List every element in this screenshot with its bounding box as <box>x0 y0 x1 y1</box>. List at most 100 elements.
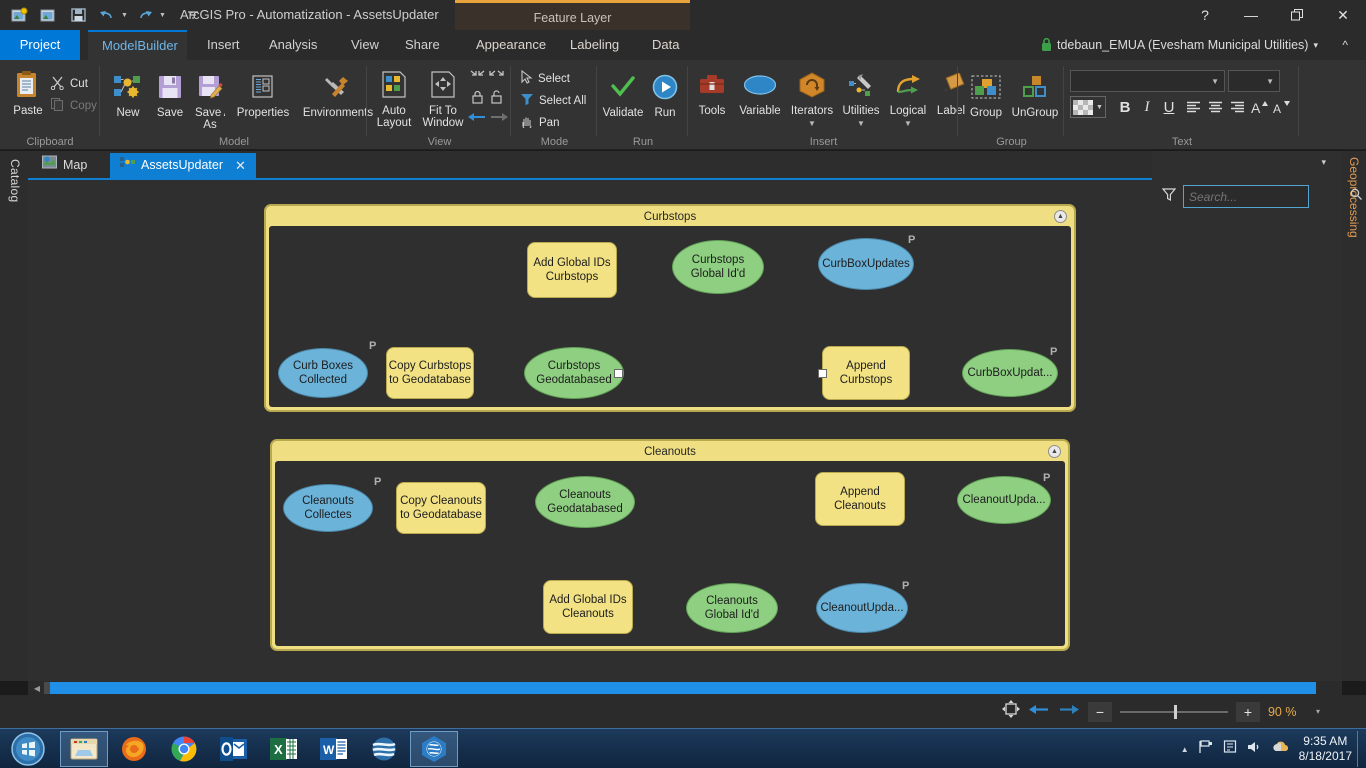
fit-to-window-button[interactable]: Fit To Window <box>418 68 468 129</box>
model-node-curbstops-global-idd[interactable]: Curbstops Global Id'd <box>672 240 764 294</box>
new-model-button[interactable]: New <box>106 70 150 119</box>
auto-layout-button[interactable]: Auto Layout <box>370 68 418 129</box>
zoom-in-button[interactable]: + <box>1235 701 1260 722</box>
lock-icon[interactable] <box>468 88 487 106</box>
zoom-slider[interactable] <box>1119 704 1228 719</box>
model-node-copy-curbstops-to-geodatabase[interactable]: Copy Curbstops to Geodatabase <box>386 347 474 399</box>
text-color-swatch-icon[interactable]: ▼ <box>1070 96 1106 118</box>
collapse-all-icon[interactable] <box>468 68 487 86</box>
tab-appearance[interactable]: Appearance <box>462 30 560 60</box>
italic-icon[interactable]: I <box>1137 96 1157 118</box>
taskbar-item-excel[interactable]: X <box>260 731 308 767</box>
show-desktop-button[interactable] <box>1357 731 1366 767</box>
zoom-level-caret-icon[interactable]: ▾ <box>1316 707 1320 716</box>
previous-extent-icon[interactable] <box>1028 702 1050 722</box>
connector-port[interactable] <box>818 369 827 378</box>
collapse-chevron-icon[interactable]: ▲ <box>1048 445 1061 458</box>
undo-icon[interactable] <box>95 4 119 26</box>
connector-port[interactable] <box>614 369 623 378</box>
tools-button[interactable]: Tools <box>691 68 733 117</box>
decrease-font-size-icon[interactable]: A <box>1271 96 1293 118</box>
align-left-icon[interactable] <box>1182 96 1204 118</box>
open-project-icon[interactable] <box>37 4 61 26</box>
select-button[interactable]: Select <box>520 68 570 86</box>
model-node-curbstops-geodatabased[interactable]: Curbstops Geodatabased <box>524 347 624 399</box>
taskbar-item-outlook[interactable] <box>210 731 258 767</box>
zoom-slider-knob[interactable] <box>1173 704 1177 719</box>
help-icon[interactable]: ? <box>1182 0 1228 30</box>
model-node-cleanoutupda-output[interactable]: CleanoutUpda... <box>957 476 1051 524</box>
model-node-curb-boxes-collected[interactable]: Curb Boxes Collected <box>278 348 368 398</box>
iterators-button[interactable]: Iterators ▼ <box>787 68 837 130</box>
tab-modelbuilder[interactable]: ModelBuilder <box>88 30 187 60</box>
tab-view[interactable]: View <box>337 30 393 60</box>
show-hidden-icons-icon[interactable]: ▲ <box>1181 745 1189 754</box>
action-center-icon[interactable] <box>1223 739 1238 759</box>
properties-button[interactable]: Properties <box>230 70 296 119</box>
taskbar-item-google-chrome[interactable] <box>160 731 208 767</box>
model-node-curbboxupdates[interactable]: CurbBoxUpdates <box>818 238 914 290</box>
model-node-cleanouts-geodatabased[interactable]: Cleanouts Geodatabased <box>535 476 635 528</box>
scroll-thumb[interactable] <box>50 682 1316 694</box>
align-center-icon[interactable] <box>1204 96 1226 118</box>
panel-menu-caret-icon[interactable]: ▾ <box>1321 157 1326 168</box>
taskbar-item-arcgis-pro[interactable] <box>410 731 458 767</box>
logical-button[interactable]: Logical ▼ <box>885 68 931 130</box>
zoom-level-label[interactable]: 90 % <box>1268 705 1308 719</box>
tab-analysis[interactable]: Analysis <box>255 30 331 60</box>
model-node-copy-cleanouts-to-geodatabase[interactable]: Copy Cleanouts to Geodatabase <box>396 482 486 534</box>
onedrive-icon[interactable] <box>1272 740 1290 759</box>
back-arrow-icon[interactable] <box>466 108 488 126</box>
undo-caret-icon[interactable]: ▼ <box>121 12 128 19</box>
variable-button[interactable]: Variable <box>733 68 787 117</box>
model-node-cleanouts-collectes[interactable]: Cleanouts Collectes <box>283 484 373 532</box>
cut-button[interactable]: Cut <box>50 73 88 91</box>
tab-labeling[interactable]: Labeling <box>556 30 633 60</box>
select-all-button[interactable]: Select All <box>520 90 586 108</box>
taskbar-item-word[interactable]: W <box>310 731 358 767</box>
bold-icon[interactable]: B <box>1115 96 1135 118</box>
model-node-add-global-ids-cleanouts[interactable]: Add Global IDs Cleanouts <box>543 580 633 634</box>
tab-data[interactable]: Data <box>638 30 693 60</box>
model-node-curbboxupdat-output[interactable]: CurbBoxUpdat... <box>962 349 1058 397</box>
new-project-icon[interactable] <box>8 4 32 26</box>
pan-button[interactable]: Pan <box>520 112 559 130</box>
model-node-append-curbstops[interactable]: Append Curbstops <box>822 346 910 400</box>
geoprocessing-dock-strip[interactable]: Geoprocessing <box>1342 151 1366 681</box>
save-button[interactable]: Save <box>150 70 190 119</box>
magnifier-icon[interactable] <box>1350 188 1363 206</box>
close-icon[interactable]: ✕ <box>235 153 246 178</box>
save-project-icon[interactable] <box>66 4 90 26</box>
unlock-icon[interactable] <box>487 88 506 106</box>
search-input[interactable] <box>1189 189 1346 204</box>
model-canvas[interactable]: Curbstops ▲ Curb Boxes Collected P Copy … <box>30 182 1326 680</box>
close-icon[interactable]: ✕ <box>1320 0 1366 30</box>
text-color-caret-icon[interactable]: ▼ <box>1096 104 1103 111</box>
network-flag-icon[interactable] <box>1198 739 1214 759</box>
tab-project[interactable]: Project <box>0 30 80 60</box>
model-node-add-global-ids-curbstops[interactable]: Add Global IDs Curbstops <box>527 242 617 298</box>
utilities-button[interactable]: Utilities ▼ <box>837 68 885 130</box>
account-chip[interactable]: tdebaun_EMUA (Evesham Municipal Utilitie… <box>1041 30 1318 60</box>
font-family-combo[interactable]: ▼ <box>1070 70 1225 92</box>
model-group-cleanouts[interactable]: Cleanouts ▲ <box>270 439 1070 651</box>
redo-caret-icon[interactable]: ▼ <box>159 12 166 19</box>
iterators-caret-icon[interactable]: ▼ <box>808 118 816 130</box>
model-node-cleanoutupda-input[interactable]: CleanoutUpda... <box>816 583 908 633</box>
paste-button[interactable]: Paste <box>6 68 50 117</box>
save-as-button[interactable]: Save As As <box>190 70 230 131</box>
logical-caret-icon[interactable]: ▼ <box>904 118 912 130</box>
utilities-caret-icon[interactable]: ▼ <box>857 118 865 130</box>
filter-funnel-icon[interactable] <box>1161 187 1177 207</box>
taskbar-item-file-explorer[interactable] <box>60 731 108 767</box>
taskbar-item-arcmap[interactable] <box>360 731 408 767</box>
expand-all-icon[interactable] <box>487 68 506 86</box>
tab-insert[interactable]: Insert <box>193 30 254 60</box>
zoom-out-button[interactable]: − <box>1087 701 1112 722</box>
taskbar-item-firefox[interactable] <box>110 731 158 767</box>
collapse-ribbon-icon[interactable]: ^ <box>1342 30 1348 60</box>
font-size-combo[interactable]: ▼ <box>1228 70 1280 92</box>
run-button[interactable]: Run <box>646 70 684 119</box>
canvas-horizontal-scrollbar[interactable]: ◀ <box>28 681 1342 695</box>
model-node-append-cleanouts[interactable]: Append Cleanouts <box>815 472 905 526</box>
